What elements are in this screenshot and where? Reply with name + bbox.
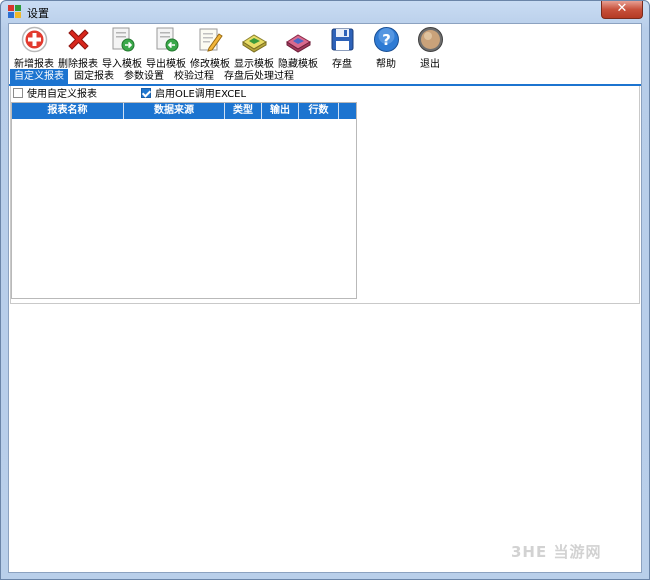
tab-post-save-process[interactable]: 存盘后处理过程: [220, 69, 298, 85]
save-button[interactable]: 存盘: [320, 25, 364, 70]
hide-template-button[interactable]: 隐藏模板: [276, 25, 320, 70]
toolbar: 新增报表 删除报表 导入模板 导出模板 修改模板 显示模板 隐藏模板 存盘 ? …: [9, 24, 641, 70]
delete-icon: [68, 29, 89, 50]
custom-report-panel: 使用自定义报表 启用OLE调用EXCEL 报表名称 数据来源 类型 输出 行数: [10, 86, 640, 304]
edit-template-button[interactable]: 修改模板: [188, 25, 232, 70]
app-icon: [8, 5, 22, 19]
add-icon: [21, 26, 48, 53]
grid-header: 报表名称 数据来源 类型 输出 行数: [12, 103, 356, 119]
save-icon: [331, 28, 354, 51]
help-icon: ?: [374, 27, 399, 52]
use-custom-report-option[interactable]: 使用自定义报表: [13, 88, 97, 102]
tab-fixed-report[interactable]: 固定报表: [70, 69, 118, 85]
svg-text:?: ?: [382, 31, 391, 49]
column-header-data-source[interactable]: 数据来源: [124, 103, 225, 119]
delete-report-button[interactable]: 删除报表: [56, 25, 100, 70]
tab-custom-report[interactable]: 自定义报表: [10, 69, 68, 85]
help-button[interactable]: ? 帮助: [364, 25, 408, 70]
exit-icon: [418, 27, 443, 52]
close-button[interactable]: ✕: [601, 1, 643, 19]
watermark: 3HE 当游网: [511, 543, 602, 561]
window-title: 设置: [27, 7, 49, 20]
report-grid[interactable]: 报表名称 数据来源 类型 输出 行数: [11, 102, 357, 299]
show-icon: [242, 34, 267, 53]
edit-icon: [199, 28, 223, 52]
title-bar[interactable]: 设置 ✕: [1, 1, 649, 23]
settings-window: 设置 ✕ 新增报表 删除报表 导入模板 导出模板 修改模板 显示模板 隐藏模板 …: [0, 0, 650, 580]
import-template-button[interactable]: 导入模板: [100, 25, 144, 70]
export-icon: [156, 27, 179, 52]
import-icon: [112, 27, 135, 52]
hide-icon: [286, 34, 311, 53]
enable-ole-excel-option[interactable]: 启用OLE调用EXCEL: [141, 88, 246, 102]
column-header-type[interactable]: 类型: [225, 103, 262, 119]
column-header-row-count[interactable]: 行数: [299, 103, 339, 119]
tab-bar: 自定义报表 固定报表 参数设置 校验过程 存盘后处理过程: [9, 68, 641, 86]
enable-ole-excel-label: 启用OLE调用EXCEL: [155, 89, 247, 100]
use-custom-report-label: 使用自定义报表: [27, 89, 97, 100]
column-header-report-name[interactable]: 报表名称: [12, 103, 124, 119]
enable-ole-excel-checkbox[interactable]: [141, 88, 151, 98]
column-header-output[interactable]: 输出: [262, 103, 299, 119]
client-area: 新增报表 删除报表 导入模板 导出模板 修改模板 显示模板 隐藏模板 存盘 ? …: [8, 23, 642, 573]
exit-button[interactable]: 退出: [408, 25, 452, 70]
tab-validation-process[interactable]: 校验过程: [170, 69, 218, 85]
tab-parameter-settings[interactable]: 参数设置: [120, 69, 168, 85]
use-custom-report-checkbox[interactable]: [13, 88, 23, 98]
add-report-button[interactable]: 新增报表: [12, 25, 56, 70]
show-template-button[interactable]: 显示模板: [232, 25, 276, 70]
export-template-button[interactable]: 导出模板: [144, 25, 188, 70]
